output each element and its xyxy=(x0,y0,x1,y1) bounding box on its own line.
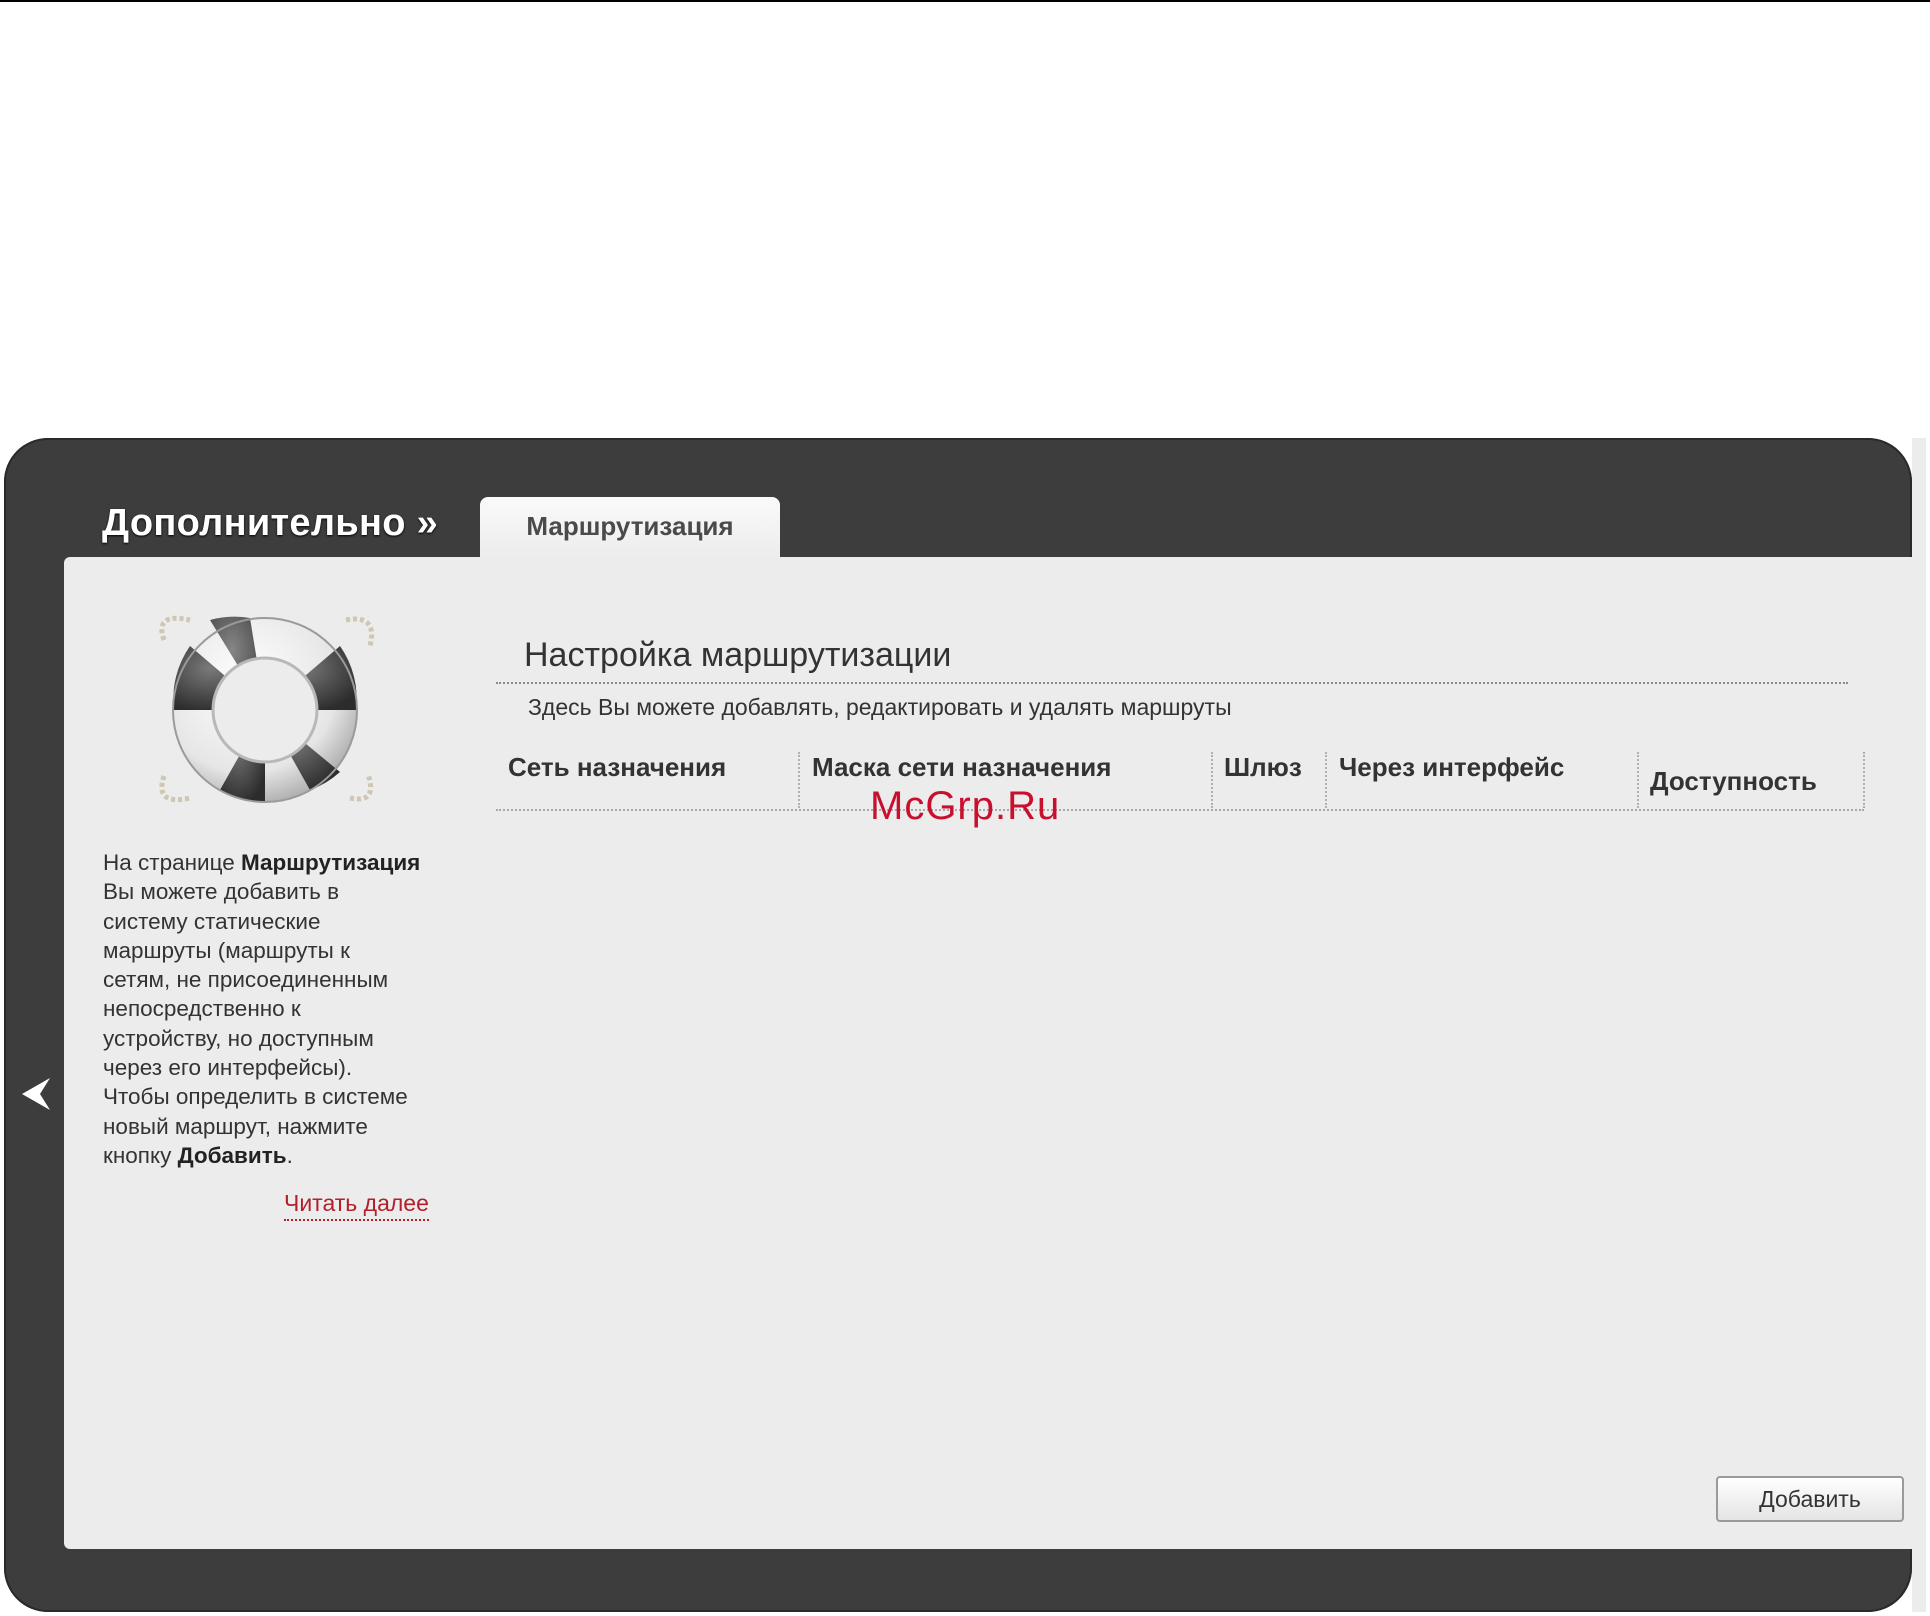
help-line: сетям, не присоединенным xyxy=(103,967,389,993)
help-line: На странице Маршрутизация xyxy=(103,850,421,875)
help-line: Чтобы определить в системе xyxy=(103,1084,408,1110)
column-header-interface[interactable]: Через интерфейс xyxy=(1339,752,1564,783)
column-separator xyxy=(798,752,800,808)
title-divider xyxy=(496,682,1848,684)
collapse-sidebar-arrow-icon[interactable] xyxy=(18,1074,54,1114)
column-separator xyxy=(1325,752,1327,808)
column-header-netmask[interactable]: Маска сети назначения xyxy=(812,752,1111,783)
help-line: через его интерфейсы). xyxy=(103,1055,353,1081)
help-line: устройству, но доступным xyxy=(103,1025,374,1051)
column-header-destination[interactable]: Сеть назначения xyxy=(508,752,726,783)
help-line: систему статические xyxy=(103,908,321,934)
column-header-availability[interactable]: Доступность xyxy=(1650,766,1817,797)
page-description: Здесь Вы можете добавлять, редактировать… xyxy=(528,694,1232,720)
table-header-divider xyxy=(496,809,1864,811)
help-text: На странице Маршрутизация Вы можете доба… xyxy=(103,848,443,1170)
help-line: кнопку Добавить. xyxy=(103,1142,293,1168)
tab-routing[interactable]: Маршрутизация xyxy=(480,497,780,559)
top-border-line xyxy=(0,0,1930,2)
watermark: McGrp.Ru xyxy=(870,784,1061,828)
column-separator xyxy=(1637,752,1639,808)
page-title: Настройка маршрутизации xyxy=(524,636,952,674)
section-title[interactable]: Дополнительно » xyxy=(102,502,438,545)
help-line: Вы можете добавить в xyxy=(103,879,340,905)
help-line: новый маршрут, нажмите xyxy=(103,1113,368,1139)
column-header-gateway[interactable]: Шлюз xyxy=(1224,752,1302,783)
lifebuoy-icon xyxy=(159,615,374,803)
help-line: непосредственно к xyxy=(103,996,301,1022)
read-more-link[interactable]: Читать далее xyxy=(284,1190,429,1221)
column-separator xyxy=(1863,752,1865,808)
column-separator xyxy=(1211,752,1213,808)
help-line: маршруты (маршруты к xyxy=(103,937,350,963)
add-route-button[interactable]: Добавить xyxy=(1716,1476,1904,1522)
